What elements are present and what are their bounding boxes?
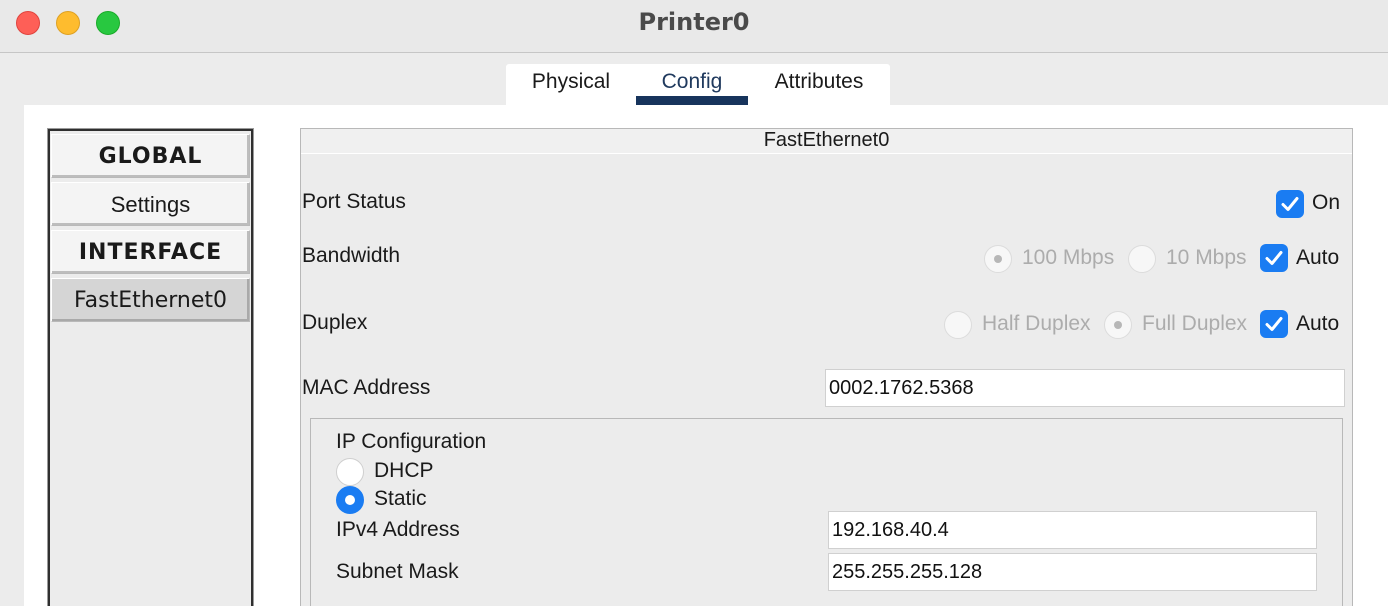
sidebar-header-global[interactable]: GLOBAL [51, 134, 250, 178]
header-divider [301, 153, 1352, 154]
ipv4-address-label: IPv4 Address [336, 518, 460, 541]
tab-physical[interactable]: Physical [516, 70, 626, 94]
duplex-full-radio[interactable] [1104, 311, 1132, 339]
static-radio[interactable] [336, 486, 364, 514]
bandwidth-10mbps-radio[interactable] [1128, 245, 1156, 273]
bandwidth-100mbps-label: 100 Mbps [1022, 246, 1115, 269]
subnet-mask-label: Subnet Mask [336, 560, 459, 583]
bandwidth-label: Bandwidth [302, 244, 401, 267]
sidebar-item-settings[interactable]: Settings [51, 182, 250, 226]
subnet-mask-field[interactable]: 255.255.255.128 [828, 553, 1317, 591]
window-title: Printer0 [638, 8, 750, 36]
tab-bar: Physical Config Attributes [506, 64, 890, 106]
dhcp-radio[interactable] [336, 458, 364, 486]
checkmark-icon [1281, 197, 1299, 211]
duplex-half-radio[interactable] [944, 311, 972, 339]
ip-configuration-title: IP Configuration [336, 430, 487, 453]
sidebar-header-interface[interactable]: INTERFACE [51, 230, 250, 274]
ipv4-address-field[interactable]: 192.168.40.4 [828, 511, 1317, 549]
checkmark-icon [1265, 317, 1283, 331]
bandwidth-auto-checkbox[interactable] [1260, 244, 1288, 272]
duplex-auto-label: Auto [1296, 312, 1340, 335]
bandwidth-100mbps-radio[interactable] [984, 245, 1012, 273]
duplex-half-label: Half Duplex [982, 312, 1091, 335]
mac-address-label: MAC Address [302, 376, 431, 399]
static-label: Static [374, 487, 427, 510]
duplex-full-label: Full Duplex [1142, 312, 1248, 335]
duplex-label: Duplex [302, 311, 368, 334]
tab-config[interactable]: Config [636, 70, 748, 94]
mac-address-field[interactable]: 0002.1762.5368 [825, 369, 1345, 407]
dhcp-label: DHCP [374, 459, 434, 482]
port-status-label: Port Status [302, 190, 406, 213]
checkmark-icon [1265, 251, 1283, 265]
sidebar-item-fastethernet0[interactable]: FastEthernet0 [51, 278, 250, 322]
interface-title: FastEthernet0 [301, 129, 1352, 154]
active-tab-indicator [636, 96, 748, 105]
title-bar: Printer0 [0, 0, 1388, 53]
port-status-on-label: On [1312, 191, 1341, 214]
bandwidth-auto-label: Auto [1296, 246, 1340, 269]
duplex-auto-checkbox[interactable] [1260, 310, 1288, 338]
bandwidth-10mbps-label: 10 Mbps [1166, 246, 1247, 269]
port-status-checkbox[interactable] [1276, 190, 1304, 218]
tab-attributes[interactable]: Attributes [760, 70, 878, 94]
